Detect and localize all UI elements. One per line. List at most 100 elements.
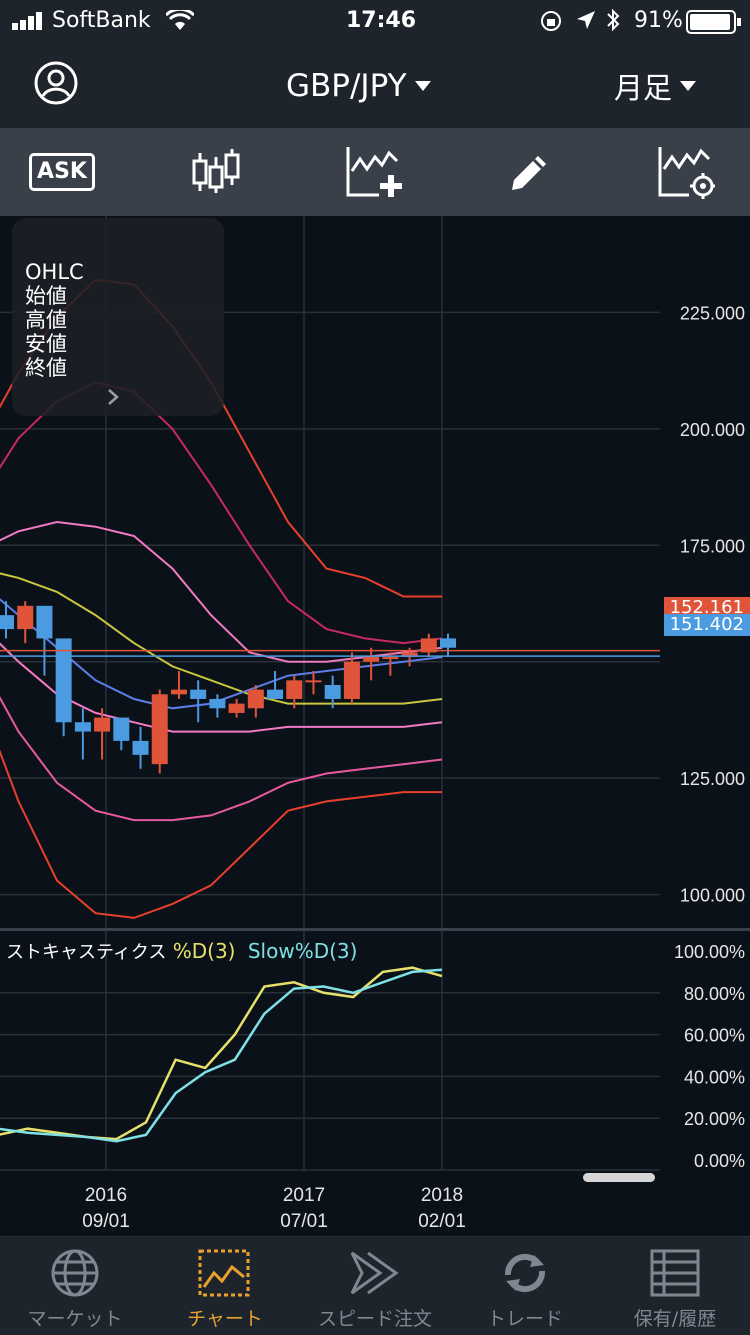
tab-speed-order-label: スピード注文 bbox=[317, 1308, 432, 1330]
globe-icon bbox=[51, 1249, 99, 1297]
chevron-right-icon[interactable] bbox=[106, 388, 120, 406]
candle-body bbox=[132, 740, 149, 755]
time-tick-date: 09/01 bbox=[82, 1211, 130, 1232]
low-label: 安値 bbox=[25, 332, 67, 356]
time-tick-year: 2018 bbox=[421, 1185, 463, 1206]
slow-d-label: Slow%D(3) bbox=[247, 939, 358, 963]
status-time: 17:46 bbox=[346, 8, 417, 33]
time-tick-date: 07/01 bbox=[280, 1211, 328, 1232]
carrier-name: SoftBank bbox=[52, 8, 151, 33]
tab-trade[interactable]: トレード bbox=[450, 1237, 600, 1335]
tab-chart-label: チャート bbox=[187, 1308, 263, 1330]
ohlc-label: OHLC bbox=[25, 260, 84, 284]
chart-toolbar: ASK bbox=[0, 128, 750, 216]
candle-body bbox=[0, 615, 14, 630]
tab-trade-label: トレード bbox=[486, 1308, 563, 1330]
candle-body bbox=[267, 689, 284, 699]
list-icon bbox=[650, 1249, 700, 1297]
stoch-tick-label: 100.00% bbox=[674, 942, 745, 962]
stoch-tick-label: 60.00% bbox=[684, 1026, 745, 1046]
candle-body bbox=[170, 689, 187, 695]
ask-badge: ASK bbox=[29, 153, 95, 191]
chevron-down-icon bbox=[414, 81, 431, 91]
tab-positions-history-label: 保有/履歴 bbox=[633, 1308, 717, 1330]
battery-icon bbox=[686, 10, 741, 34]
candle-body bbox=[190, 689, 207, 699]
candle-body bbox=[247, 689, 264, 709]
stoch-tick-label: 40.00% bbox=[684, 1067, 745, 1087]
candle-body bbox=[36, 605, 53, 639]
stochastic-legend: ストキャスティクス %D(3) Slow%D(3) bbox=[6, 938, 357, 964]
candle-body bbox=[324, 685, 341, 699]
stoch-tick-label: 80.00% bbox=[684, 984, 745, 1004]
status-bar: SoftBank 17:46 91% bbox=[0, 0, 750, 44]
speed-icon bbox=[350, 1251, 399, 1295]
time-tick-year: 2016 bbox=[85, 1185, 127, 1206]
close-label: 終値 bbox=[25, 356, 67, 380]
ask-label: ASK bbox=[37, 159, 87, 184]
signal-icon bbox=[12, 12, 42, 30]
candle-body bbox=[363, 657, 380, 662]
chart-icon bbox=[198, 1249, 250, 1297]
time-tick-year: 2017 bbox=[283, 1185, 325, 1206]
add-indicator-button[interactable] bbox=[342, 140, 406, 204]
candle-body bbox=[286, 680, 303, 699]
trade-icon bbox=[504, 1253, 546, 1293]
draw-tool-button[interactable] bbox=[498, 140, 562, 204]
high-label: 高値 bbox=[25, 308, 67, 332]
indicator-settings-icon bbox=[658, 147, 715, 199]
stochastic-chart[interactable]: 100.00% 80.00% 60.00% 40.00% 20.00% 0.00% bbox=[0, 931, 750, 1171]
candle-body bbox=[209, 698, 226, 709]
candle-body bbox=[113, 717, 130, 741]
account-icon[interactable] bbox=[34, 61, 78, 105]
candle-body bbox=[94, 717, 111, 732]
candle-body bbox=[440, 638, 456, 648]
candle-body bbox=[17, 605, 34, 630]
tab-speed-order[interactable]: スピード注文 bbox=[300, 1237, 450, 1335]
price-tick-label: 200.000 bbox=[680, 420, 745, 440]
candle-body bbox=[305, 680, 322, 683]
bid-price: 151.402 bbox=[669, 614, 744, 635]
candlestick-icon bbox=[192, 149, 240, 193]
chevron-down-icon bbox=[680, 81, 697, 91]
open-label: 始値 bbox=[25, 284, 67, 308]
timeframe-selector[interactable]: 月足 bbox=[614, 66, 697, 106]
tab-market-label: マーケット bbox=[27, 1308, 123, 1330]
bluetooth-icon bbox=[607, 8, 620, 32]
app-header: GBP/JPY 月足 bbox=[0, 44, 750, 128]
candle-body bbox=[343, 661, 360, 699]
tab-positions-history[interactable]: 保有/履歴 bbox=[600, 1237, 750, 1335]
candle-body bbox=[382, 657, 399, 660]
price-tick-label: 125.000 bbox=[680, 769, 745, 789]
candle-body bbox=[228, 703, 245, 713]
ask-toggle-button[interactable]: ASK bbox=[29, 140, 95, 204]
time-tick-date: 02/01 bbox=[418, 1211, 466, 1232]
stoch-tick-label: 20.00% bbox=[684, 1109, 745, 1129]
indicator-settings-button[interactable] bbox=[654, 140, 718, 204]
wifi-icon bbox=[166, 10, 194, 30]
scroll-indicator[interactable] bbox=[583, 1173, 655, 1182]
location-icon bbox=[577, 11, 595, 29]
candle-body bbox=[151, 694, 168, 765]
battery-percent: 91% bbox=[634, 8, 683, 33]
add-indicator-icon bbox=[346, 147, 402, 197]
bid-price-tag: 151.402 bbox=[663, 614, 750, 636]
tab-bar: マーケット チャート スピード注文 トレード 保有/履歴 bbox=[0, 1236, 750, 1335]
price-tick-label: 225.000 bbox=[680, 303, 745, 323]
tab-market[interactable]: マーケット bbox=[0, 1237, 150, 1335]
tab-chart[interactable]: チャート bbox=[150, 1237, 300, 1335]
ohlc-panel[interactable]: OHLC 始値 高値 安値 終値 bbox=[12, 218, 224, 416]
orientation-lock-icon bbox=[541, 11, 561, 31]
candle-body bbox=[74, 722, 91, 732]
currency-pair-selector[interactable]: GBP/JPY bbox=[286, 66, 431, 106]
chart-type-button[interactable] bbox=[184, 140, 248, 204]
stochastic-line bbox=[0, 968, 443, 1143]
currency-pair-label: GBP/JPY bbox=[286, 68, 407, 104]
pencil-icon bbox=[512, 156, 546, 190]
timeframe-label: 月足 bbox=[614, 71, 673, 105]
price-tick-label: 100.000 bbox=[680, 886, 745, 906]
stoch-tick-label: 0.00% bbox=[694, 1151, 745, 1171]
price-tick-label: 175.000 bbox=[680, 536, 745, 556]
stochastic-title: ストキャスティクス bbox=[6, 942, 167, 963]
percent-d-label: %D(3) bbox=[172, 939, 236, 963]
